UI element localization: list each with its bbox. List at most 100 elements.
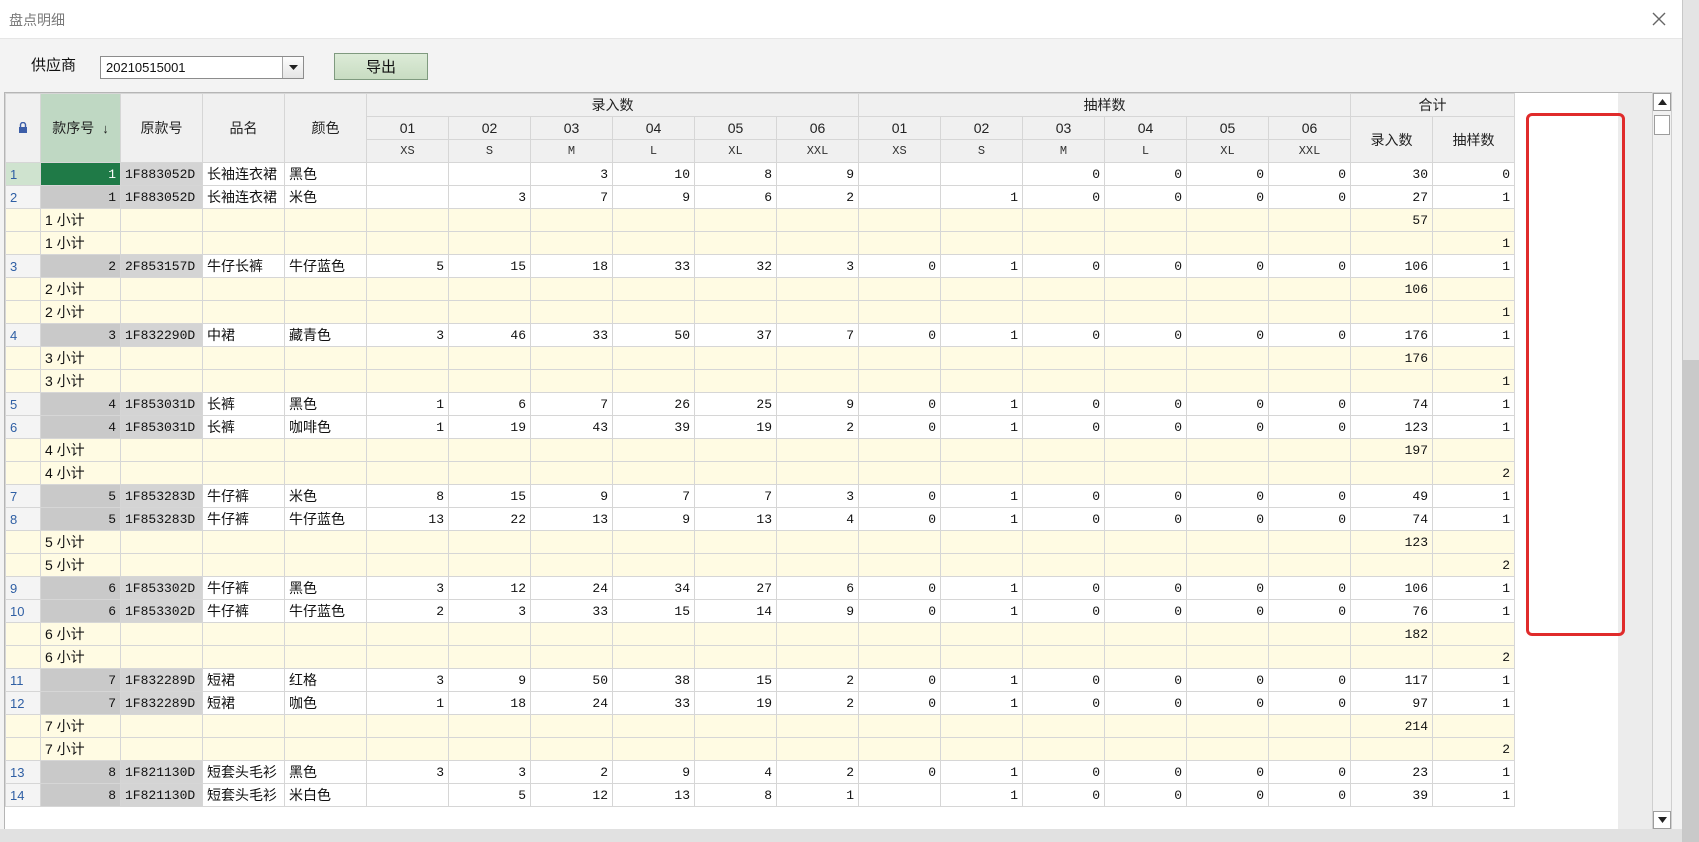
empty-cell[interactable] (1268, 346, 1351, 370)
entry-qty-cell[interactable]: 50 (530, 668, 613, 692)
empty-cell[interactable] (1104, 300, 1187, 324)
row-number-cell[interactable] (5, 346, 41, 370)
product-name-cell[interactable]: 短套头毛衫 (202, 760, 285, 784)
empty-cell[interactable] (120, 438, 203, 462)
total-sample-cell[interactable]: 1 (1432, 691, 1515, 715)
empty-cell[interactable] (612, 622, 695, 646)
empty-cell[interactable] (1268, 231, 1351, 255)
color-cell[interactable]: 黑色 (284, 392, 367, 416)
entry-qty-cell[interactable]: 3 (366, 576, 449, 600)
empty-cell[interactable] (1022, 737, 1105, 761)
row-number-cell[interactable]: 3 (5, 254, 41, 278)
sample-qty-cell[interactable]: 0 (1186, 392, 1269, 416)
subtotal-row[interactable]: 7 小计 214 (5, 714, 1515, 738)
total-entry-cell[interactable]: 39 (1350, 783, 1433, 807)
empty-cell[interactable] (530, 277, 613, 301)
sample-qty-cell[interactable]: 1 (940, 415, 1023, 439)
empty-cell[interactable] (448, 553, 531, 577)
seq-cell[interactable]: 3 (40, 323, 121, 347)
orig-style-cell[interactable]: 1F883052D (120, 162, 203, 186)
empty-cell[interactable] (1022, 622, 1105, 646)
sample-qty-cell[interactable]: 0 (1186, 254, 1269, 278)
orig-style-cell[interactable]: 1F832289D (120, 668, 203, 692)
entry-qty-cell[interactable]: 9 (776, 599, 859, 623)
entry-qty-cell[interactable] (366, 162, 449, 186)
empty-cell[interactable] (284, 622, 367, 646)
sample-qty-cell[interactable]: 0 (858, 599, 941, 623)
column-header-orig[interactable]: 原款号 (120, 93, 203, 163)
subtotal-row[interactable]: 4 小计 197 (5, 438, 1515, 462)
product-name-cell[interactable]: 长袖连衣裙 (202, 162, 285, 186)
sample-qty-cell[interactable]: 1 (940, 392, 1023, 416)
empty-cell[interactable] (858, 208, 941, 232)
entry-qty-cell[interactable]: 24 (530, 691, 613, 715)
entry-qty-cell[interactable]: 10 (612, 162, 695, 186)
entry-qty-cell[interactable]: 3 (448, 185, 531, 209)
empty-cell[interactable] (858, 622, 941, 646)
sample-qty-cell[interactable]: 1 (940, 576, 1023, 600)
export-button[interactable]: 导出 (334, 53, 428, 80)
total-entry-cell[interactable]: 97 (1350, 691, 1433, 715)
sample-qty-cell[interactable]: 0 (1186, 415, 1269, 439)
entry-qty-cell[interactable]: 6 (448, 392, 531, 416)
sample-qty-cell[interactable]: 0 (1186, 691, 1269, 715)
empty-cell[interactable] (284, 461, 367, 485)
empty-cell[interactable] (940, 438, 1023, 462)
sample-qty-cell[interactable]: 0 (1022, 415, 1105, 439)
empty-cell[interactable] (202, 277, 285, 301)
empty-cell[interactable] (940, 231, 1023, 255)
sample-qty-cell[interactable]: 1 (940, 484, 1023, 508)
entry-qty-cell[interactable]: 3 (530, 162, 613, 186)
empty-cell[interactable] (530, 208, 613, 232)
color-cell[interactable]: 牛仔蓝色 (284, 254, 367, 278)
total-sample-cell[interactable] (1432, 714, 1515, 738)
empty-cell[interactable] (202, 645, 285, 669)
empty-cell[interactable] (776, 530, 859, 554)
row-number-cell[interactable]: 13 (5, 760, 41, 784)
corner-lock-cell[interactable] (5, 93, 41, 163)
empty-cell[interactable] (858, 553, 941, 577)
entry-size-name-3[interactable]: M (530, 139, 613, 163)
empty-cell[interactable] (776, 737, 859, 761)
empty-cell[interactable] (940, 346, 1023, 370)
empty-cell[interactable] (284, 645, 367, 669)
entry-qty-cell[interactable]: 7 (530, 392, 613, 416)
total-entry-cell[interactable]: 23 (1350, 760, 1433, 784)
total-entry-cell[interactable]: 106 (1350, 254, 1433, 278)
empty-cell[interactable] (448, 300, 531, 324)
entry-size-code-5[interactable]: 05 (694, 116, 777, 140)
empty-cell[interactable] (776, 622, 859, 646)
row-number-cell[interactable] (5, 530, 41, 554)
empty-cell[interactable] (284, 530, 367, 554)
seq-cell[interactable]: 4 (40, 415, 121, 439)
entry-qty-cell[interactable]: 1 (776, 783, 859, 807)
empty-cell[interactable] (284, 438, 367, 462)
entry-qty-cell[interactable]: 5 (448, 783, 531, 807)
empty-cell[interactable] (202, 553, 285, 577)
empty-cell[interactable] (120, 346, 203, 370)
empty-cell[interactable] (530, 737, 613, 761)
empty-cell[interactable] (202, 622, 285, 646)
empty-cell[interactable] (1268, 461, 1351, 485)
total-sample-cell[interactable]: 1 (1432, 668, 1515, 692)
entry-qty-cell[interactable]: 2 (776, 668, 859, 692)
seq-cell[interactable]: 4 (40, 392, 121, 416)
empty-cell[interactable] (448, 645, 531, 669)
empty-cell[interactable] (858, 300, 941, 324)
seq-cell[interactable]: 5 (40, 507, 121, 531)
total-entry-cell[interactable]: 74 (1350, 392, 1433, 416)
table-row[interactable]: 8 5 1F853283D 牛仔裤 牛仔蓝色 13 22 13 9 13 4 0 1 0 0 0 0 74 1 (5, 507, 1515, 531)
sample-size-name-1[interactable]: XS (858, 139, 941, 163)
entry-qty-cell[interactable]: 33 (612, 691, 695, 715)
table-row[interactable]: 10 6 1F853302D 牛仔裤 牛仔蓝色 2 3 33 15 14 9 0 1 0 0 0 0 76 1 (5, 599, 1515, 623)
empty-cell[interactable] (366, 461, 449, 485)
entry-qty-cell[interactable]: 19 (694, 415, 777, 439)
sample-size-name-4[interactable]: L (1104, 139, 1187, 163)
sample-qty-cell[interactable]: 0 (858, 691, 941, 715)
empty-cell[interactable] (120, 277, 203, 301)
empty-cell[interactable] (530, 553, 613, 577)
orig-style-cell[interactable]: 1F883052D (120, 185, 203, 209)
entry-qty-cell[interactable]: 39 (612, 415, 695, 439)
row-number-cell[interactable] (5, 369, 41, 393)
total-entry-cell[interactable] (1350, 369, 1433, 393)
